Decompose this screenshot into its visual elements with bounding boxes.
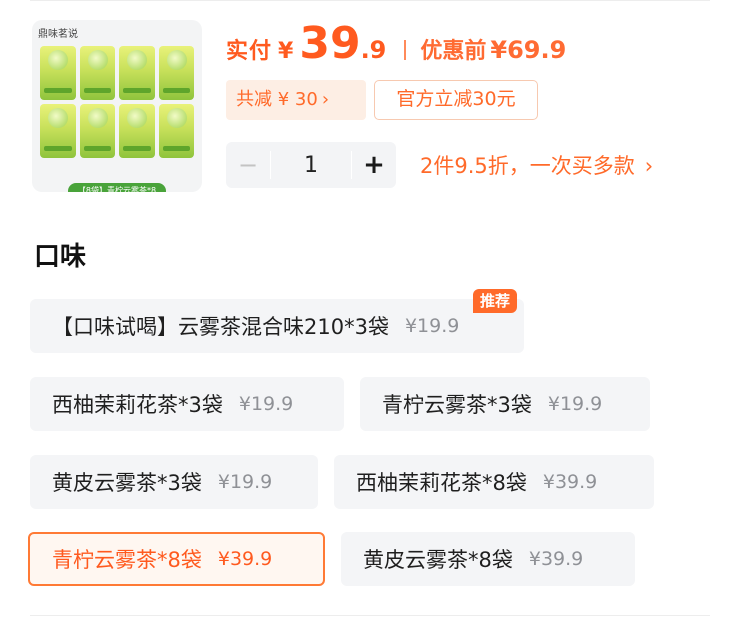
flavor-option-price: ¥19.9	[404, 315, 460, 337]
flavor-option-name: 黄皮云雾茶*3袋	[52, 471, 202, 495]
tea-pack-image	[40, 104, 76, 158]
before-discount-price: ¥69.9	[490, 36, 567, 64]
flavor-option-price: ¥19.9	[238, 393, 294, 415]
price-divider	[404, 40, 407, 60]
flavor-option-name: 黄皮云雾茶*8袋	[363, 548, 513, 572]
bottom-divider	[30, 615, 710, 616]
flavor-section-title: 口味	[34, 242, 87, 272]
total-discount-button[interactable]: 共减 ¥ 30 ›	[226, 80, 366, 120]
tea-pack-image	[79, 46, 115, 100]
price-summary: 实付 ¥ 39 .9 优惠前 ¥69.9	[226, 22, 566, 74]
flavor-option[interactable]: 西柚茉莉花茶*8袋 ¥39.9	[334, 455, 654, 509]
quantity-stepper: − 1 +	[226, 142, 396, 188]
flavor-option-price: ¥39.9	[217, 548, 273, 570]
flavor-option-name: 青柠云雾茶*8袋	[52, 548, 202, 572]
increase-quantity-button[interactable]: +	[352, 150, 396, 180]
product-packs	[40, 46, 194, 158]
quantity-input[interactable]: 1	[271, 153, 351, 178]
chevron-right-icon: ›	[644, 154, 654, 178]
flavor-option[interactable]: 黄皮云雾茶*3袋 ¥19.9	[30, 455, 318, 509]
product-brand-text: 鼎味茗说	[38, 29, 78, 40]
currency-symbol: ¥	[278, 39, 294, 64]
chevron-right-icon: ›	[321, 89, 330, 110]
total-discount-label: 共减 ¥ 30	[236, 89, 318, 110]
flavor-option-price: ¥19.9	[547, 393, 603, 415]
flavor-option-price: ¥19.9	[217, 471, 273, 493]
flavor-option[interactable]: 青柠云雾茶*3袋 ¥19.9	[360, 377, 650, 431]
flavor-option-name: 青柠云雾茶*3袋	[382, 393, 532, 417]
tea-pack-image	[119, 104, 155, 158]
flavor-option[interactable]: 青柠云雾茶*8袋 ¥39.9	[28, 532, 325, 586]
product-caption: 【8袋】青柠云雾茶*8	[68, 183, 166, 192]
paid-price-integer: 39	[299, 18, 361, 69]
paid-price-decimal: .9	[360, 36, 387, 64]
tea-pack-image	[119, 46, 155, 100]
paid-label: 实付	[226, 39, 273, 64]
tea-pack-image	[40, 46, 76, 100]
bulk-offer-text: 2件9.5折，一次买多款	[420, 154, 635, 178]
tea-pack-image	[79, 104, 115, 158]
tea-pack-image	[158, 46, 194, 100]
before-discount-label: 优惠前	[420, 39, 487, 64]
flavor-option-name: 【口味试喝】云雾茶混合味210*3袋	[52, 315, 389, 339]
decrease-quantity-button[interactable]: −	[226, 151, 270, 179]
flavor-option-price: ¥39.9	[542, 471, 598, 493]
flavor-option[interactable]: 西柚茉莉花茶*3袋 ¥19.9	[30, 377, 344, 431]
flavor-option-price: ¥39.9	[528, 548, 584, 570]
top-divider	[30, 0, 710, 1]
tea-pack-image	[158, 104, 194, 158]
bulk-offer-link[interactable]: 2件9.5折，一次买多款 ›	[420, 150, 653, 180]
flavor-option-name: 西柚茉莉花茶*3袋	[52, 393, 223, 417]
flavor-option-name: 西柚茉莉花茶*8袋	[356, 471, 527, 495]
product-image[interactable]: 鼎味茗说 【8袋】青柠云雾茶*8	[32, 20, 202, 192]
recommended-badge: 推荐	[473, 289, 518, 313]
official-discount-tag: 官方立减30元	[374, 80, 538, 120]
flavor-option[interactable]: 【口味试喝】云雾茶混合味210*3袋 ¥19.9	[30, 299, 524, 353]
flavor-option[interactable]: 黄皮云雾茶*8袋 ¥39.9	[341, 532, 635, 586]
